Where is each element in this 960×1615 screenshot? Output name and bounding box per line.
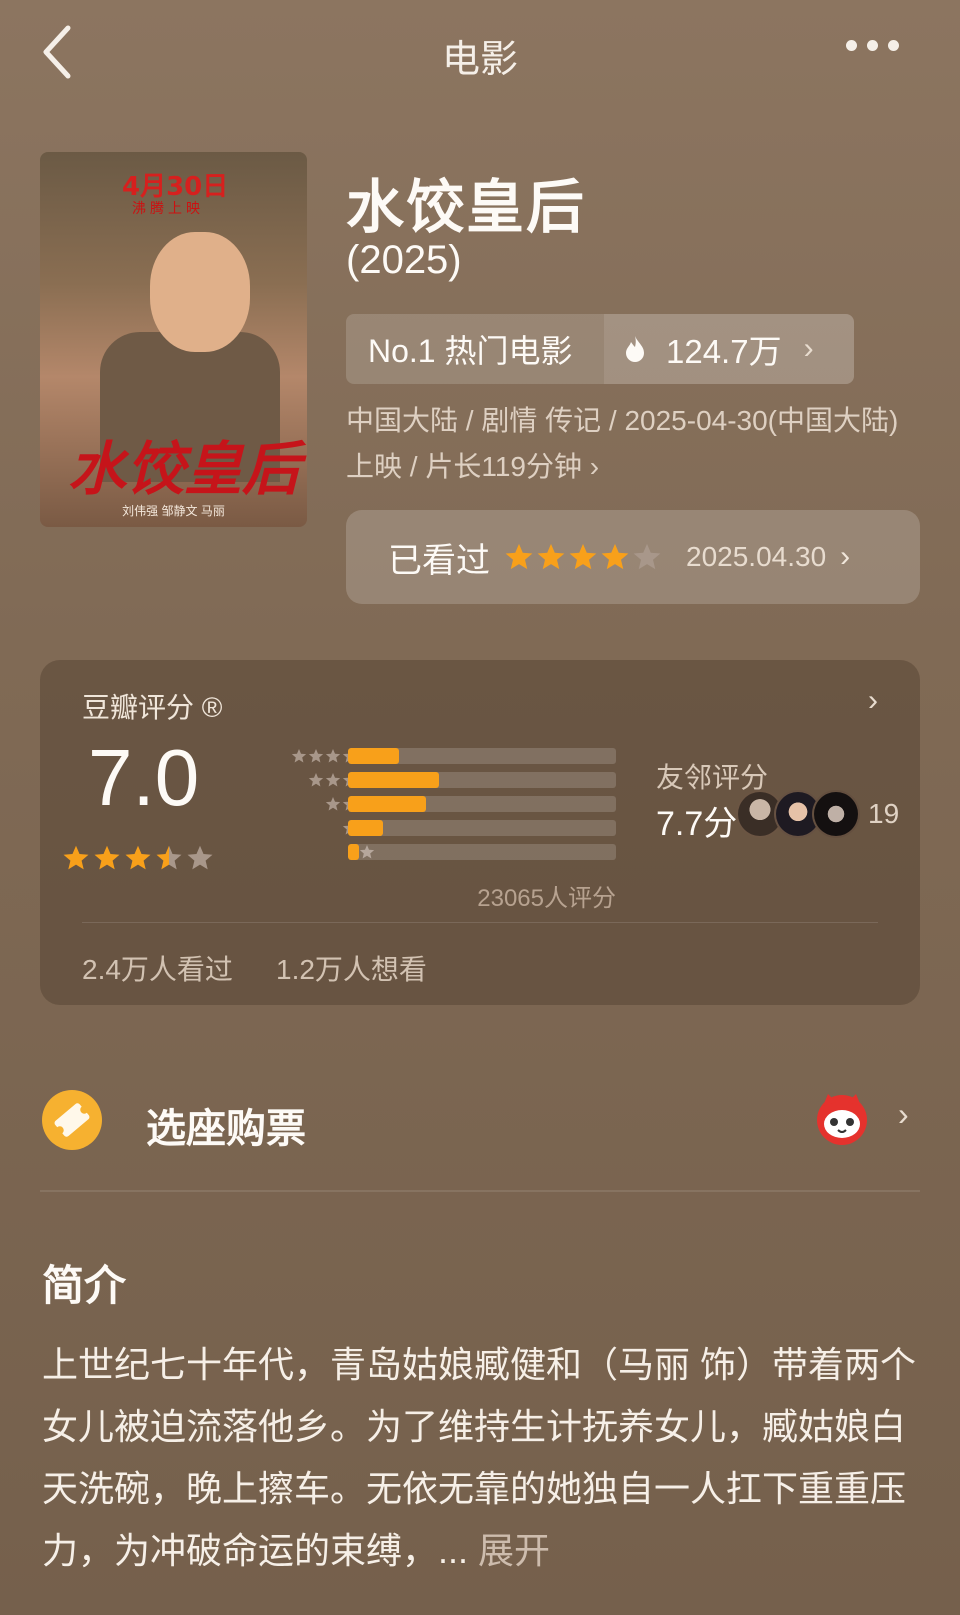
- friend-avatars[interactable]: [736, 790, 860, 838]
- score-star-icon: [94, 845, 120, 870]
- rating-star-icon: [601, 543, 629, 570]
- movie-year: (2025): [346, 238, 462, 282]
- seen-count: 2.4万人看过: [82, 954, 233, 985]
- vote-count: 23065人评分: [477, 885, 616, 912]
- maoyan-cat-icon[interactable]: [814, 1090, 870, 1146]
- douban-rating-title: 豆瓣评分 ®: [82, 692, 223, 723]
- rating-distribution-bars: [348, 748, 616, 868]
- douban-score-stars: [62, 844, 214, 872]
- distribution-bar-1: [348, 844, 616, 860]
- ticket-icon: [42, 1090, 102, 1150]
- movie-title: 水饺皇后: [346, 175, 587, 240]
- intro-text: 上世纪七十年代，青岛姑娘臧健和（马丽 饰）带着两个女儿被迫流落他乡。为了维持生计…: [42, 1334, 922, 1582]
- poster-title-text: 水饺皇后: [68, 435, 301, 503]
- small-star-icon: [325, 773, 341, 787]
- chevron-right-icon: ›: [840, 540, 851, 573]
- distribution-bar-fill: [348, 748, 399, 764]
- watched-status-button[interactable]: 已看过 2025.04.30 ›: [346, 510, 920, 604]
- intro-title: 简介: [42, 1262, 127, 1309]
- want-count: 1.2万人想看: [276, 954, 427, 985]
- score-star-icon: [63, 845, 89, 870]
- distribution-bar-fill: [348, 820, 383, 836]
- rating-star-icon: [569, 543, 597, 570]
- my-rating-stars: [504, 542, 662, 572]
- poster-credits: 刘伟强 邹静文 马丽: [122, 504, 225, 518]
- card-divider: [82, 922, 878, 923]
- distribution-bar-fill: [348, 844, 359, 860]
- hot-rank-label: No.1 热门电影: [346, 314, 604, 384]
- distribution-bar-3: [348, 796, 616, 812]
- expand-link[interactable]: 展开: [478, 1530, 550, 1571]
- distribution-bar-4: [348, 772, 616, 788]
- heat-value-section: 124.7万 ›: [604, 314, 854, 384]
- chevron-right-icon: ›: [803, 332, 814, 365]
- watched-date: 2025.04.30: [686, 541, 827, 572]
- score-star-icon: [125, 845, 151, 870]
- friend-count: 19: [868, 798, 900, 829]
- distribution-bar-fill: [348, 772, 440, 788]
- poster-figure-face: [150, 232, 250, 352]
- buy-ticket-label[interactable]: 选座购票: [146, 1096, 306, 1154]
- movie-poster[interactable]: 4月30日 沸腾上映 水饺皇后 刘伟强 邹静文 马丽: [40, 152, 307, 527]
- small-star-icon: [308, 773, 324, 787]
- chevron-right-icon[interactable]: ›: [868, 684, 878, 718]
- douban-rating-card[interactable]: 豆瓣评分 ® › 7.0 23065人评分 2.4万人看过 1.2万人想看 友邻…: [40, 660, 920, 1005]
- section-divider: [40, 1190, 920, 1192]
- chevron-right-icon[interactable]: ›: [898, 1096, 909, 1133]
- poster-sub-text: 沸腾上映: [132, 200, 204, 216]
- douban-score: 7.0: [88, 733, 200, 822]
- nav-title: 电影: [441, 39, 518, 81]
- heat-value: 124.7万: [666, 333, 782, 370]
- score-star-icon: [156, 845, 182, 870]
- avatar: [812, 790, 860, 838]
- rating-star-icon: [505, 543, 533, 570]
- small-star-icon: [308, 749, 324, 763]
- friend-rating-score: 7.7分: [656, 805, 738, 843]
- score-star-icon: [187, 845, 213, 870]
- rating-star-icon: [633, 543, 661, 570]
- rating-star-icon: [537, 543, 565, 570]
- hot-ranking-pill[interactable]: No.1 热门电影 124.7万 ›: [346, 314, 854, 384]
- movie-meta-info[interactable]: 中国大陆 / 剧情 传记 / 2025-04-30(中国大陆)上映 / 片长11…: [346, 398, 926, 490]
- small-star-icon: [291, 749, 307, 763]
- distribution-bar-5: [348, 748, 616, 764]
- more-options-icon[interactable]: [846, 40, 906, 58]
- small-star-icon: [325, 749, 341, 763]
- distribution-bar-fill: [348, 796, 426, 812]
- watched-label: 已看过: [388, 541, 490, 580]
- small-star-icon: [325, 797, 341, 811]
- flame-icon: [626, 336, 644, 362]
- distribution-bar-2: [348, 820, 616, 836]
